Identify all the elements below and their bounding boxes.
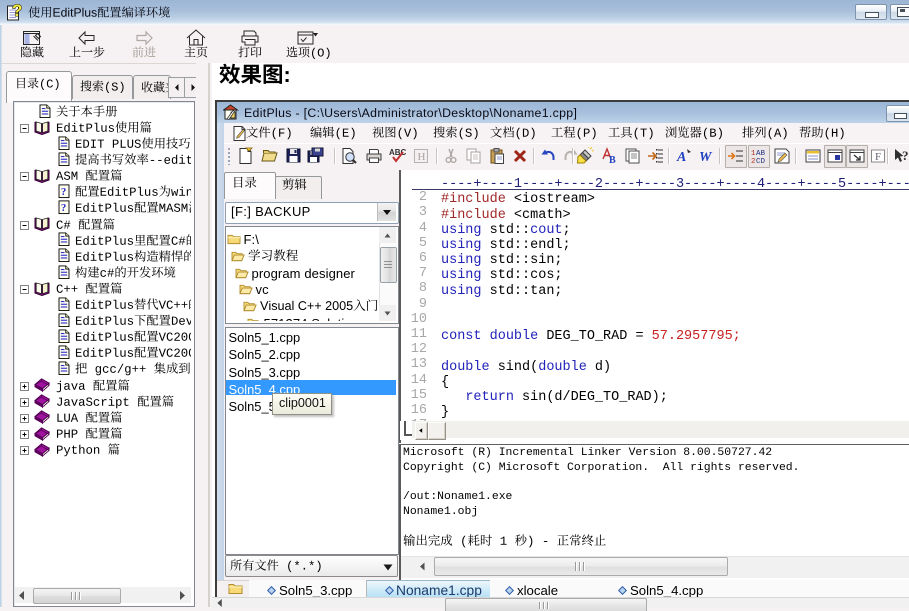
svg-text:?: ? xyxy=(902,148,909,163)
svg-text:H: H xyxy=(418,151,426,163)
svg-text:F: F xyxy=(875,151,881,163)
svg-text:B: B xyxy=(609,155,616,165)
svg-text:AB: AB xyxy=(756,150,766,158)
svg-text:?: ? xyxy=(12,2,22,20)
svg-text:W: W xyxy=(699,150,713,165)
svg-text:CD: CD xyxy=(756,158,766,165)
svg-text:2: 2 xyxy=(751,158,756,165)
svg-text:A: A xyxy=(676,150,686,165)
svg-text:ABC: ABC xyxy=(389,148,407,157)
